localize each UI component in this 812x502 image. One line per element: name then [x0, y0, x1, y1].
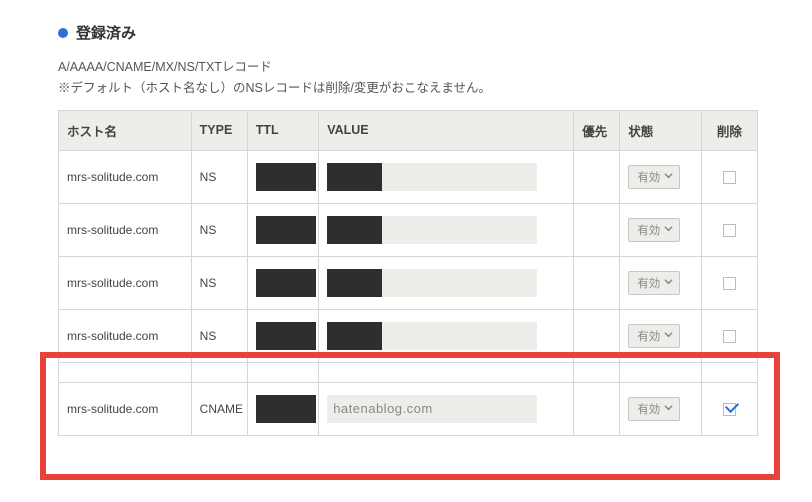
- cell-ttl: [247, 382, 318, 435]
- cell-priority: [574, 150, 620, 203]
- chevron-down-icon: [664, 330, 673, 342]
- cell-host: mrs-solitude.com: [59, 150, 192, 203]
- ttl-redacted: [256, 163, 316, 191]
- delete-checkbox[interactable]: [723, 224, 736, 237]
- dns-records-table: ホスト名 TYPE TTL VALUE 優先 状態 削除 mrs-solitud…: [58, 110, 758, 436]
- cell-host: mrs-solitude.com: [59, 256, 192, 309]
- cell-ttl: [247, 256, 318, 309]
- ttl-redacted: [256, 322, 316, 350]
- cell-priority: [574, 203, 620, 256]
- cell-delete: [701, 150, 757, 203]
- chevron-down-icon: [664, 277, 673, 289]
- delete-checkbox[interactable]: [723, 403, 736, 416]
- value-redacted: [327, 216, 382, 244]
- cell-host: mrs-solitude.com: [59, 309, 192, 362]
- cell-priority: [574, 256, 620, 309]
- ttl-redacted: [256, 216, 316, 244]
- table-row: mrs-solitude.comNS 有効: [59, 150, 758, 203]
- status-label: 有効: [637, 275, 660, 291]
- value-field[interactable]: [327, 163, 537, 191]
- delete-checkbox[interactable]: [723, 330, 736, 343]
- value-field[interactable]: [327, 322, 537, 350]
- cell-value: [319, 203, 574, 256]
- cell-delete: [701, 203, 757, 256]
- value-field[interactable]: [327, 216, 537, 244]
- th-type: TYPE: [191, 110, 247, 150]
- ttl-redacted: [256, 269, 316, 297]
- cell-value: [319, 309, 574, 362]
- status-select[interactable]: 有効: [628, 271, 680, 295]
- cell-status: 有効: [620, 203, 702, 256]
- cell-value: [319, 256, 574, 309]
- th-priority: 優先: [574, 110, 620, 150]
- cell-host: mrs-solitude.com: [59, 203, 192, 256]
- status-label: 有効: [637, 401, 660, 417]
- section-header: 登録済み: [58, 22, 754, 43]
- cell-type: CNAME: [191, 382, 247, 435]
- cell-ttl: [247, 203, 318, 256]
- value-text: hatenablog.com: [327, 401, 537, 416]
- table-row: mrs-solitude.comCNAME hatenablog.com 有効: [59, 382, 758, 435]
- cell-status: 有効: [620, 256, 702, 309]
- cell-delete: [701, 256, 757, 309]
- chevron-down-icon: [664, 224, 673, 236]
- row-spacer: [59, 362, 758, 382]
- chevron-down-icon: [664, 171, 673, 183]
- status-select[interactable]: 有効: [628, 324, 680, 348]
- value-redacted: [327, 163, 382, 191]
- cell-ttl: [247, 150, 318, 203]
- cell-type: NS: [191, 309, 247, 362]
- th-host: ホスト名: [59, 110, 192, 150]
- th-delete: 削除: [701, 110, 757, 150]
- cell-ttl: [247, 309, 318, 362]
- cell-delete: [701, 309, 757, 362]
- subtitle: A/AAAA/CNAME/MX/NS/TXTレコード: [58, 57, 754, 78]
- note: ※デフォルト（ホスト名なし）のNSレコードは削除/変更がおこなえません。: [58, 78, 754, 99]
- cell-priority: [574, 382, 620, 435]
- cell-value: [319, 150, 574, 203]
- value-redacted: [327, 269, 382, 297]
- cell-value: hatenablog.com: [319, 382, 574, 435]
- chevron-down-icon: [664, 403, 673, 415]
- cell-priority: [574, 309, 620, 362]
- status-label: 有効: [637, 222, 660, 238]
- delete-checkbox[interactable]: [723, 277, 736, 290]
- ttl-redacted: [256, 395, 316, 423]
- cell-host: mrs-solitude.com: [59, 382, 192, 435]
- status-select[interactable]: 有効: [628, 397, 680, 421]
- th-ttl: TTL: [247, 110, 318, 150]
- status-select[interactable]: 有効: [628, 165, 680, 189]
- value-field[interactable]: hatenablog.com: [327, 395, 537, 423]
- th-value: VALUE: [319, 110, 574, 150]
- cell-type: NS: [191, 203, 247, 256]
- cell-status: 有効: [620, 150, 702, 203]
- status-label: 有効: [637, 328, 660, 344]
- table-row: mrs-solitude.comNS 有効: [59, 309, 758, 362]
- delete-checkbox[interactable]: [723, 171, 736, 184]
- status-select[interactable]: 有効: [628, 218, 680, 242]
- section-title: 登録済み: [76, 22, 136, 43]
- value-redacted: [327, 322, 382, 350]
- cell-delete: [701, 382, 757, 435]
- cell-type: NS: [191, 150, 247, 203]
- cell-status: 有効: [620, 309, 702, 362]
- table-row: mrs-solitude.comNS 有効: [59, 256, 758, 309]
- cell-type: NS: [191, 256, 247, 309]
- value-field[interactable]: [327, 269, 537, 297]
- bullet-icon: [58, 28, 68, 38]
- table-row: mrs-solitude.comNS 有効: [59, 203, 758, 256]
- status-label: 有効: [637, 169, 660, 185]
- cell-status: 有効: [620, 382, 702, 435]
- th-status: 状態: [620, 110, 702, 150]
